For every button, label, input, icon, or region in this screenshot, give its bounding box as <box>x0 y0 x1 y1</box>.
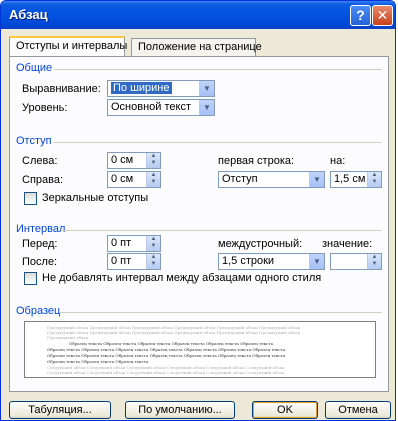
spinner-arrows-icon[interactable]: ▲ ▼ <box>146 254 160 269</box>
tab-panel: Общие Выравнивание: По ширине ▼ Уровень:… <box>9 56 389 392</box>
title-bar[interactable]: Абзац ? ✕ <box>1 1 395 29</box>
no-space-same-style-label[interactable]: Не добавлять интервал между абзацами одн… <box>42 272 321 284</box>
window-title: Абзац <box>9 7 48 22</box>
tab-line-page-breaks[interactable]: Положение на странице <box>131 38 262 56</box>
line-spacing-value: 1,5 строки <box>222 255 275 267</box>
mirror-indents-label[interactable]: Зеркальные отступы <box>42 192 148 204</box>
indent-right-label: Справа: <box>22 174 64 186</box>
line-spacing-at-field[interactable]: ▲ ▼ <box>330 253 382 270</box>
preview-sample-line: Образец текста Образец текста Образец те… <box>47 353 286 358</box>
tabs-button[interactable]: Табуляция... <box>9 401 111 419</box>
spinner-arrows-icon[interactable]: ▲ ▼ <box>146 172 160 187</box>
close-button[interactable]: ✕ <box>372 5 393 26</box>
level-label: Уровень: <box>22 102 68 114</box>
spinner-arrows-icon[interactable]: ▲ ▼ <box>146 236 160 251</box>
ok-button[interactable]: OK <box>252 401 318 419</box>
spacing-before-value: 0 пт <box>111 237 132 249</box>
indent-group-divider <box>54 142 382 143</box>
chevron-down-icon[interactable]: ▼ <box>309 254 324 269</box>
general-group-label: Общие <box>16 62 53 74</box>
no-space-same-style-checkbox[interactable] <box>24 272 37 285</box>
help-button[interactable]: ? <box>350 5 371 26</box>
preview-next-line: Следующий абзац Следующий абзац Следующи… <box>47 370 285 375</box>
preview-prev-line: Предыдущий абзац <box>47 335 89 340</box>
indent-left-label: Слева: <box>22 155 58 167</box>
level-select[interactable]: Основной текст ▼ <box>107 99 215 116</box>
first-line-label: первая строка: <box>218 155 295 167</box>
paragraph-dialog: Абзац ? ✕ Отступы и интервалы Положение … <box>0 0 396 421</box>
indent-right-value: 0 см <box>111 173 134 185</box>
spacing-after-field[interactable]: 0 пт ▲ ▼ <box>107 253 161 270</box>
help-icon: ? <box>356 7 365 23</box>
alignment-select[interactable]: По ширине ▼ <box>107 80 215 97</box>
spinner-arrows-icon[interactable]: ▲ ▼ <box>367 254 381 269</box>
preview-sample-line: Образец текста Образец текста Образец те… <box>69 341 274 346</box>
alignment-value: По ширине <box>111 82 172 94</box>
paragraph-preview: Предыдущий абзац Предыдущий абзац Предыд… <box>24 321 376 378</box>
indent-by-label: на: <box>330 155 346 167</box>
indent-left-field[interactable]: 0 см ▲ ▼ <box>107 152 161 169</box>
chevron-down-icon[interactable]: ▼ <box>199 100 214 115</box>
indent-left-value: 0 см <box>111 154 134 166</box>
indent-right-field[interactable]: 0 см ▲ ▼ <box>107 171 161 188</box>
set-default-button[interactable]: По умолчанию... <box>125 401 235 419</box>
indent-by-value: 1,5 см <box>334 173 366 185</box>
line-spacing-at-label: значение: <box>322 238 373 250</box>
spacing-after-label: После: <box>22 256 58 268</box>
indent-by-field[interactable]: 1,5 см ▲ ▼ <box>330 171 382 188</box>
preview-group-divider <box>60 312 382 313</box>
first-line-select[interactable]: Отступ ▼ <box>218 171 325 188</box>
chevron-down-icon[interactable]: ▼ <box>199 81 214 96</box>
chevron-down-icon[interactable]: ▼ <box>309 172 324 187</box>
level-value: Основной текст <box>111 101 191 113</box>
spacing-before-field[interactable]: 0 пт ▲ ▼ <box>107 235 161 252</box>
spinner-arrows-icon[interactable]: ▲ ▼ <box>367 172 381 187</box>
mirror-indents-checkbox[interactable] <box>24 192 37 205</box>
preview-sample-line: Образец текста Образец текста Образец те… <box>47 359 149 364</box>
indent-group-label: Отступ <box>16 135 52 147</box>
close-icon: ✕ <box>376 7 389 23</box>
preview-sample-line: Образец текста Образец текста Образец те… <box>47 347 286 352</box>
cancel-button[interactable]: Отмена <box>325 401 391 419</box>
line-spacing-label: междустрочный: <box>218 238 303 250</box>
preview-group-label: Образец <box>16 305 61 317</box>
spacing-after-value: 0 пт <box>111 255 132 267</box>
spacing-group-divider <box>62 230 382 231</box>
first-line-value: Отступ <box>222 173 258 185</box>
tab-indents-spacing[interactable]: Отступы и интервалы <box>9 36 127 56</box>
spinner-arrows-icon[interactable]: ▲ ▼ <box>146 153 160 168</box>
general-group-divider <box>54 69 382 70</box>
alignment-label: Выравнивание: <box>22 83 101 95</box>
spacing-group-label: Интервал <box>16 223 66 235</box>
spacing-before-label: Перед: <box>22 238 58 250</box>
line-spacing-select[interactable]: 1,5 строки ▼ <box>218 253 325 270</box>
